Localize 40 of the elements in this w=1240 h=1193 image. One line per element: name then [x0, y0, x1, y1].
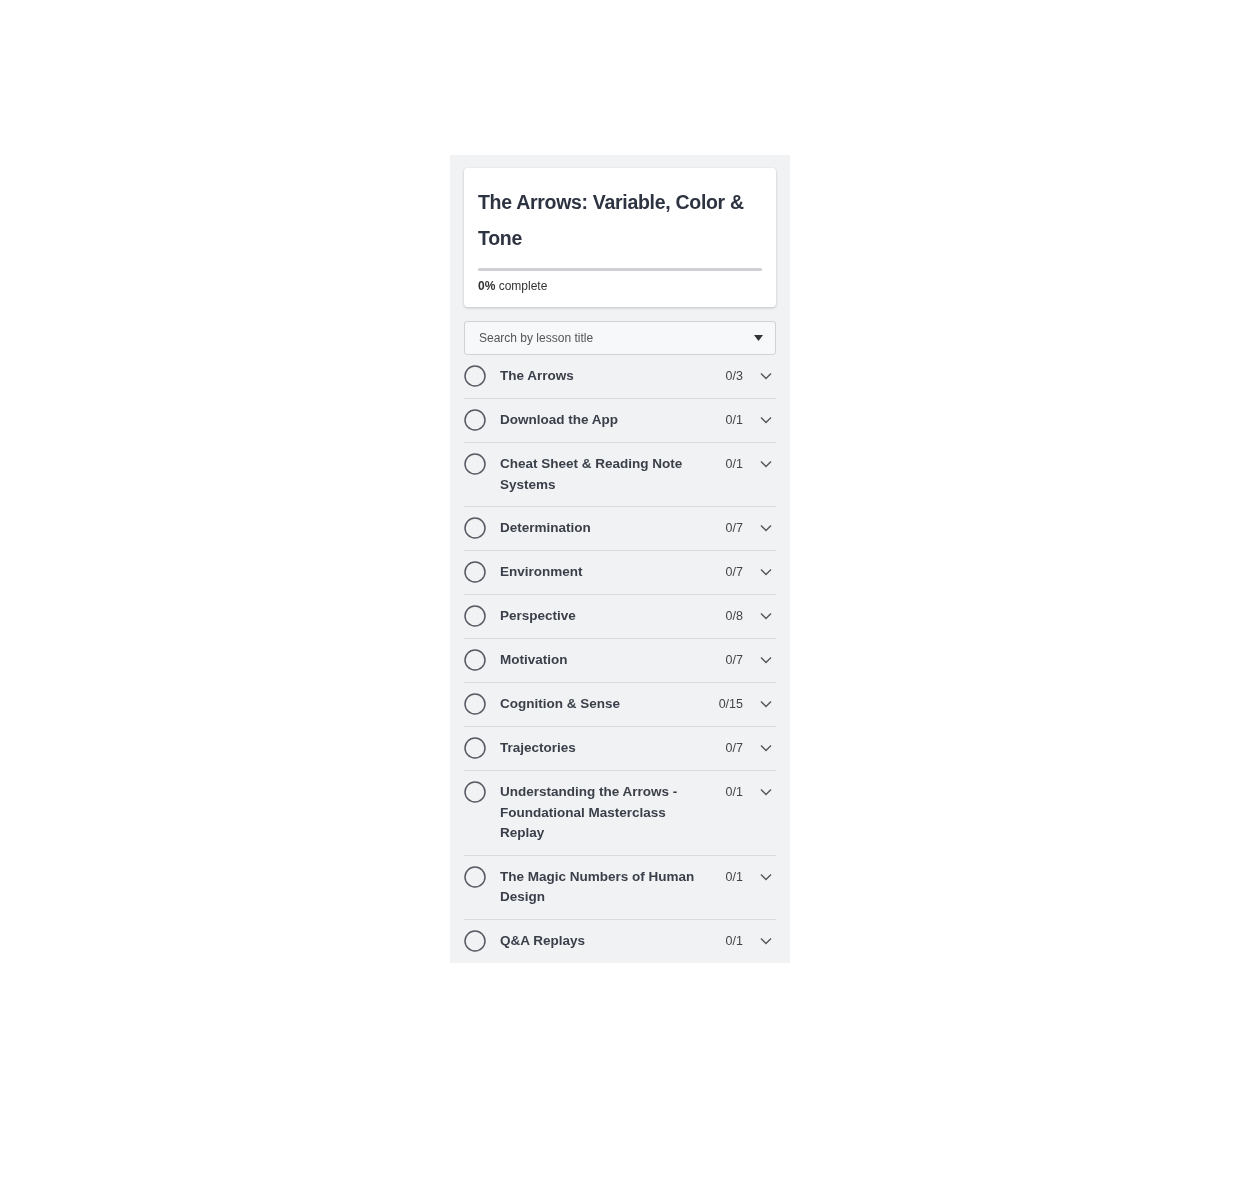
- section-title[interactable]: The Magic Numbers of Human Design: [500, 866, 710, 908]
- section-title[interactable]: Perspective: [500, 606, 710, 627]
- section-title[interactable]: Motivation: [500, 650, 710, 671]
- lesson-count: 0/7: [724, 652, 743, 669]
- section-title[interactable]: Understanding the Arrows - Foundational Masterclass Replay: [500, 782, 710, 844]
- lesson-count: 0/15: [717, 696, 743, 713]
- chevron-down-icon[interactable]: [760, 416, 772, 424]
- course-title: The Arrows: Variable, Color & Tone: [478, 190, 745, 251]
- chevron-down-icon[interactable]: [760, 656, 772, 664]
- lesson-count: 0/1: [724, 456, 743, 473]
- lesson-count: 0/1: [724, 784, 743, 801]
- dropdown-caret-icon: [754, 335, 763, 341]
- lesson-count: 0/1: [724, 868, 743, 886]
- chevron-down-icon[interactable]: [760, 524, 772, 532]
- chevron-down-icon[interactable]: [760, 788, 772, 796]
- lesson-count: 0/3: [724, 368, 743, 385]
- lesson-count: 0/7: [724, 740, 743, 757]
- chevron-down-icon[interactable]: [760, 700, 772, 708]
- section-title[interactable]: Environment: [500, 562, 710, 583]
- chevron-down-icon[interactable]: [760, 744, 772, 752]
- section-title[interactable]: The Arrows: [500, 366, 710, 387]
- lesson-count: 0/7: [724, 564, 743, 581]
- section-title[interactable]: Q&A Replays: [500, 930, 710, 951]
- search-dropdown[interactable]: Search by lesson title: [464, 321, 776, 355]
- lesson-count: 0/1: [724, 412, 743, 429]
- section-title[interactable]: Download the App: [500, 410, 710, 431]
- chevron-down-icon[interactable]: [760, 460, 772, 468]
- chevron-down-icon[interactable]: [760, 612, 772, 620]
- progress-label: 0% complete: [478, 279, 549, 293]
- lesson-count: 0/7: [724, 520, 743, 537]
- chevron-down-icon[interactable]: [760, 372, 772, 380]
- lesson-count: 0/8: [724, 608, 743, 625]
- chevron-down-icon[interactable]: [760, 872, 772, 881]
- section-title[interactable]: Cognition & Sense: [500, 694, 710, 715]
- chevron-down-icon[interactable]: [760, 568, 772, 576]
- lesson-count: 0/1: [724, 932, 743, 950]
- section-title[interactable]: Cheat Sheet & Reading Note Systems: [500, 454, 710, 495]
- section-title[interactable]: Trajectories: [500, 738, 710, 759]
- chevron-down-icon[interactable]: [760, 936, 772, 945]
- section-title[interactable]: Determination: [500, 518, 710, 539]
